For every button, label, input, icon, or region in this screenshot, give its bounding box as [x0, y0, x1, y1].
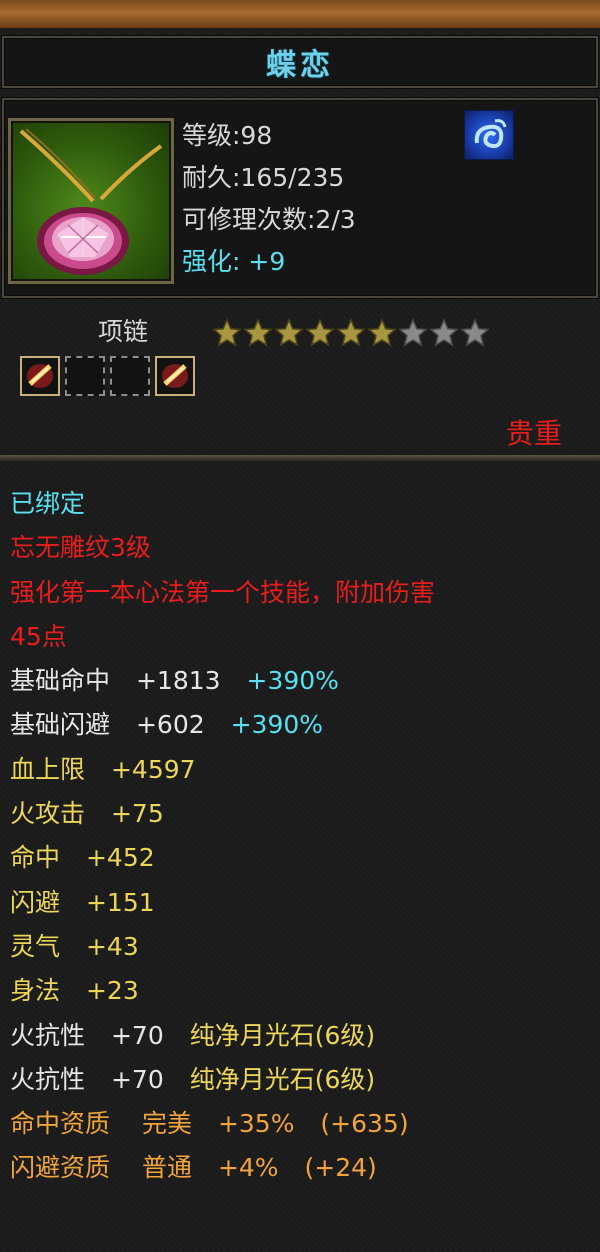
window-top-border — [0, 0, 600, 28]
star-filled-icon — [243, 318, 273, 347]
hit-quality-label: 命中资质 — [10, 1109, 111, 1139]
enhancement-value: +9 — [248, 247, 286, 276]
fire-res1-gem: 纯净月光石(6级) — [189, 1020, 376, 1050]
dodge-value: +151 — [85, 887, 155, 917]
filled-gem-socket — [155, 356, 195, 396]
dodge-quality-grade: 普通 — [141, 1153, 192, 1183]
star-filled-icon — [274, 318, 304, 347]
bind-status: 已绑定 — [10, 489, 86, 518]
title-bar: 蝶恋 — [2, 36, 598, 88]
engraving-text: 忘无雕纹3级 — [10, 533, 151, 563]
special-effect-line2: 45点 — [10, 621, 67, 651]
agility-value: +23 — [85, 976, 139, 1006]
fire-res1-label: 火抗性 — [10, 1020, 86, 1050]
item-name: 蝶恋 — [266, 48, 334, 83]
base-hit-label: 基础命中 — [10, 666, 111, 696]
star-empty-icon — [460, 318, 490, 347]
bound-status-icon — [464, 110, 514, 160]
star-rating — [212, 318, 490, 348]
item-repair-count: 可修理次数:2/3 — [182, 205, 356, 234]
star-filled-icon — [367, 318, 397, 347]
spirit-row: 灵气 +43 — [10, 925, 595, 969]
star-filled-icon — [336, 318, 366, 347]
dodge-quality-value: +4% — [217, 1153, 279, 1183]
star-filled-icon — [212, 318, 242, 347]
gem-sockets — [20, 356, 195, 396]
base-dodge-row: 基础闪避 +602 +390% — [10, 703, 595, 747]
dodge-quality-row: 闪避资质 普通 +4% (+24) — [10, 1146, 595, 1190]
hp-row: 血上限 +4597 — [10, 748, 595, 792]
necklace-icon — [19, 128, 163, 275]
fire-resistance-row-2: 火抗性 +70 纯净月光石(6级) — [10, 1058, 595, 1102]
fire-attack-label: 火攻击 — [10, 799, 86, 829]
hit-quality-grade: 完美 — [141, 1109, 192, 1139]
hit-quality-bonus: (+635) — [320, 1109, 409, 1139]
spirit-value: +43 — [85, 931, 139, 961]
enhancement-label: 强化: — [182, 247, 241, 276]
item-level: 等级:98 — [182, 121, 273, 150]
fire-res2-label: 火抗性 — [10, 1064, 86, 1094]
star-empty-icon — [398, 318, 428, 347]
empty-gem-socket — [65, 356, 105, 396]
dodge-label: 闪避 — [10, 887, 61, 917]
empty-gem-socket — [110, 356, 150, 396]
item-icon — [8, 118, 174, 284]
hit-label: 命中 — [10, 843, 61, 873]
gem-icon — [27, 364, 53, 388]
agility-row: 身法 +23 — [10, 969, 595, 1013]
fire-res1-value: +70 — [110, 1020, 164, 1050]
dodge-row: 闪避 +151 — [10, 881, 595, 925]
section-divider — [0, 455, 600, 461]
dodge-quality-label: 闪避资质 — [10, 1153, 111, 1183]
base-dodge-label: 基础闪避 — [10, 710, 111, 740]
hp-label: 血上限 — [10, 754, 86, 784]
hit-quality-value: +35% — [217, 1109, 295, 1139]
star-filled-icon — [305, 318, 335, 347]
fire-attack-value: +75 — [110, 799, 164, 829]
special-effect-line1: 强化第一本心法第一个技能，附加伤害 — [10, 577, 436, 607]
spirit-label: 灵气 — [10, 931, 61, 961]
hit-row: 命中 +452 — [10, 836, 595, 880]
star-empty-icon — [429, 318, 459, 347]
agility-label: 身法 — [10, 976, 61, 1006]
hit-value: +452 — [85, 843, 155, 873]
dodge-quality-bonus: (+24) — [304, 1153, 377, 1183]
item-enhancement: 强化: +9 — [182, 242, 285, 278]
base-hit-value: +1813 — [135, 666, 221, 696]
fire-res2-value: +70 — [110, 1064, 164, 1094]
base-hit-percent: +390% — [246, 666, 339, 696]
item-rarity: 贵重 — [505, 417, 562, 450]
item-details: 已绑定 忘无雕纹3级 强化第一本心法第一个技能，附加伤害 45点 基础命中 +1… — [10, 482, 595, 1191]
fire-res2-gem: 纯净月光石(6级) — [189, 1064, 376, 1094]
filled-gem-socket — [20, 356, 60, 396]
fire-resistance-row-1: 火抗性 +70 纯净月光石(6级) — [10, 1014, 595, 1058]
item-durability: 耐久:165/235 — [182, 163, 345, 192]
item-type: 项链 — [98, 317, 149, 346]
fire-attack-row: 火攻击 +75 — [10, 792, 595, 836]
hp-value: +4597 — [110, 754, 196, 784]
gem-icon — [162, 364, 188, 388]
base-hit-row: 基础命中 +1813 +390% — [10, 659, 595, 703]
swirl-icon — [474, 119, 507, 149]
base-dodge-percent: +390% — [230, 710, 324, 740]
base-dodge-value: +602 — [135, 710, 205, 740]
hit-quality-row: 命中资质 完美 +35% (+635) — [10, 1102, 595, 1146]
